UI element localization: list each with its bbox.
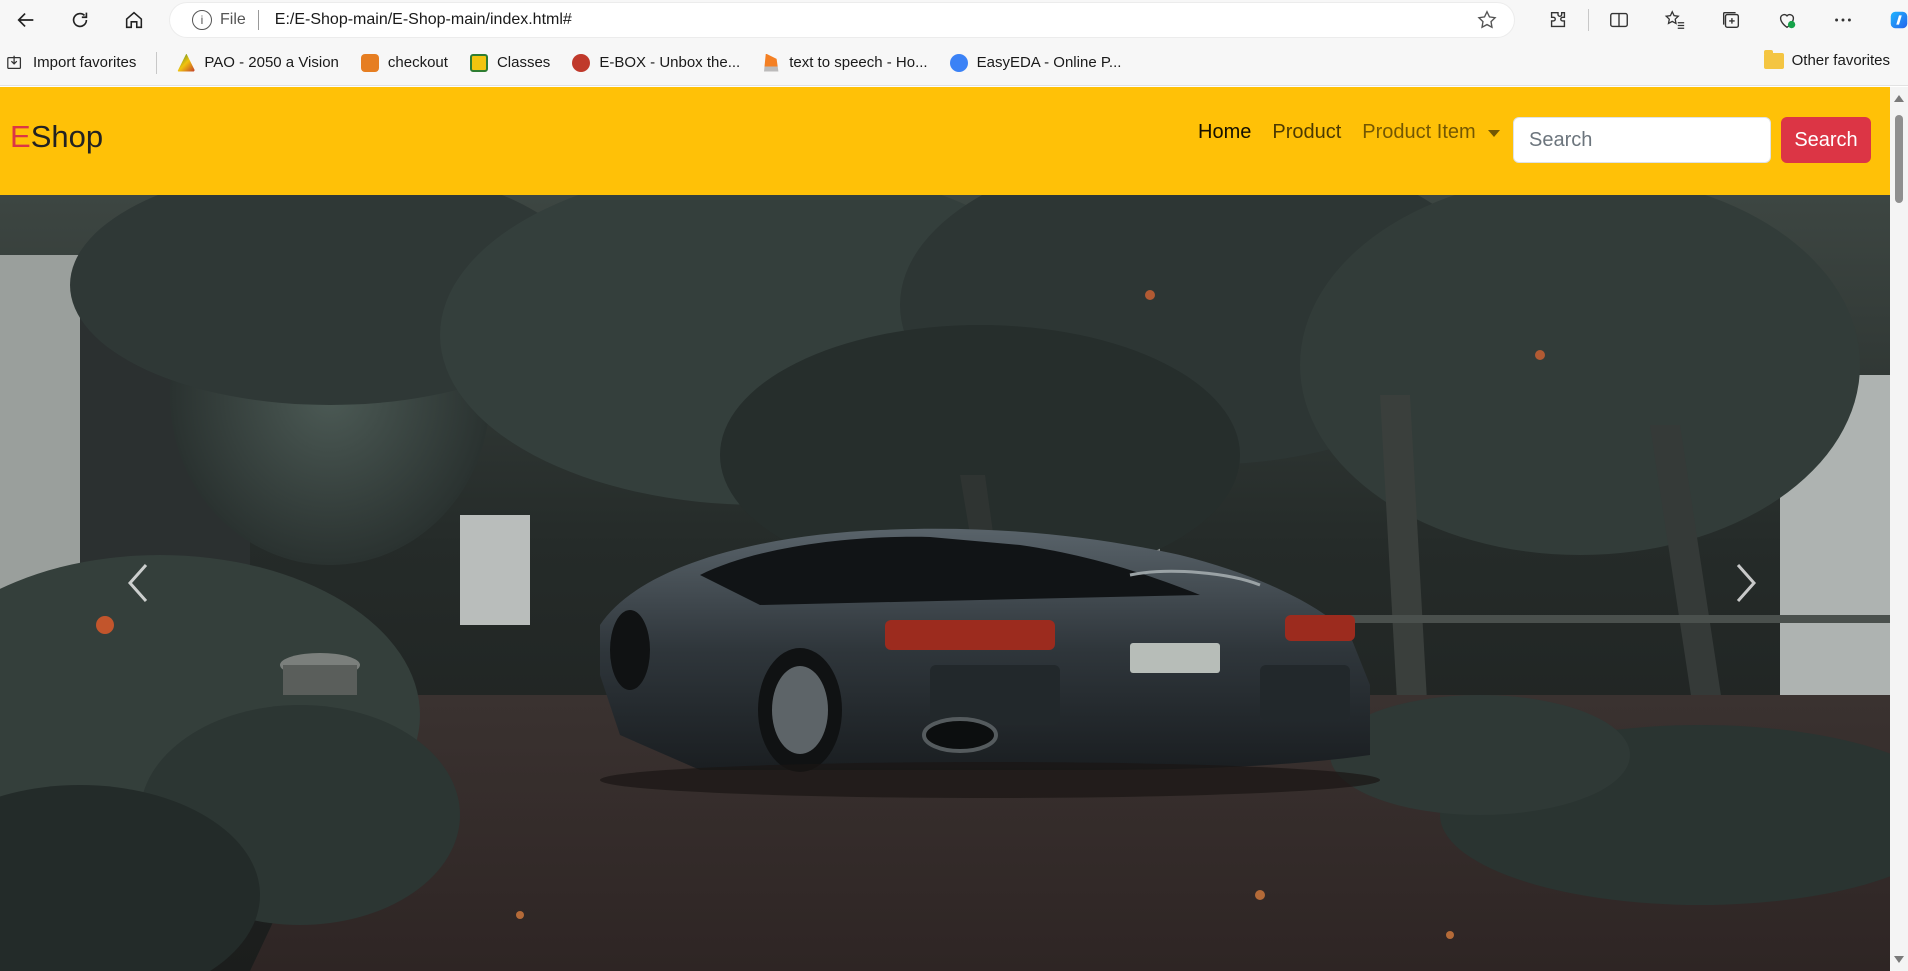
bookmark-easyeda[interactable]: EasyEDA - Online P... xyxy=(949,53,1122,72)
carousel-prev-button[interactable] xyxy=(68,195,208,971)
chevron-right-icon xyxy=(1736,564,1757,602)
page-scrollbar[interactable] xyxy=(1890,87,1908,971)
nav-home-link[interactable]: Home xyxy=(1198,121,1251,144)
nav-links: Home Product Product Item xyxy=(1198,121,1521,144)
chevron-left-icon xyxy=(127,564,148,602)
browser-toolbar: i File E:/E-Shop-main/E-Shop-main/index.… xyxy=(0,0,1908,40)
arrow-left-icon xyxy=(17,12,34,28)
toolbar-separator xyxy=(1588,9,1589,31)
bookmark-label: checkout xyxy=(387,54,448,71)
easyeda-icon xyxy=(949,53,968,72)
extensions-button[interactable] xyxy=(1530,0,1586,40)
bookmark-pao[interactable]: PAO - 2050 a Vision xyxy=(177,53,339,72)
brand-rest: Shop xyxy=(30,119,104,154)
scroll-down-arrow-icon[interactable] xyxy=(1894,956,1904,963)
page-viewport: EShop Home Product Product Item Search xyxy=(0,87,1890,971)
bookmarks-separator xyxy=(156,51,158,74)
collections-button[interactable] xyxy=(1703,0,1759,40)
other-favorites-label: Other favorites xyxy=(1791,52,1890,69)
bookmark-label: E-BOX - Unbox the... xyxy=(599,54,741,71)
bookmark-label: Import favorites xyxy=(33,54,137,71)
address-scheme-label: File xyxy=(220,11,246,28)
bookmark-label: text to speech - Ho... xyxy=(789,54,928,71)
split-screen-icon xyxy=(1610,12,1628,28)
copilot-icon xyxy=(1890,11,1908,29)
back-button[interactable] xyxy=(6,0,46,40)
heart-pulse-icon xyxy=(1779,13,1796,29)
bookmarks-bar: Import favorites PAO - 2050 a Vision che… xyxy=(0,40,1908,86)
caret-down-icon xyxy=(1487,130,1500,137)
search-button[interactable]: Search xyxy=(1781,117,1871,163)
bookmark-label: PAO - 2050 a Vision xyxy=(204,54,339,71)
home-button[interactable] xyxy=(114,0,154,40)
browser-essentials-button[interactable] xyxy=(1759,0,1815,40)
hero-car-image xyxy=(0,195,1890,971)
home-icon xyxy=(125,11,143,29)
bookmark-ebox[interactable]: E-BOX - Unbox the... xyxy=(572,53,741,72)
bookmark-import-favorites[interactable]: Import favorites xyxy=(6,54,136,72)
refresh-button[interactable] xyxy=(60,0,100,40)
collections-icon xyxy=(1722,11,1740,29)
dropdown-label: Product Item xyxy=(1362,121,1476,143)
bookmark-classes[interactable]: Classes xyxy=(469,53,551,72)
copilot-button[interactable] xyxy=(1871,0,1908,40)
nav-product-item-dropdown[interactable]: Product Item xyxy=(1362,121,1500,144)
favorites-star-list-icon xyxy=(1664,10,1685,29)
bookmark-text-to-speech[interactable]: text to speech - Ho... xyxy=(762,53,928,72)
pao-icon xyxy=(177,53,196,72)
ebox-icon xyxy=(572,53,591,72)
site-navbar: EShop Home Product Product Item Search xyxy=(0,87,1890,195)
folder-icon xyxy=(1763,49,1784,69)
address-separator xyxy=(257,10,259,30)
settings-more-button[interactable] xyxy=(1815,0,1871,40)
import-icon xyxy=(7,55,22,69)
search-input[interactable] xyxy=(1513,117,1771,163)
brand-logo[interactable]: EShop xyxy=(10,119,103,155)
puzzle-icon xyxy=(1550,11,1566,28)
nav-product-link[interactable]: Product xyxy=(1272,121,1341,144)
bookmark-checkout[interactable]: checkout xyxy=(360,53,448,72)
star-icon[interactable] xyxy=(1476,9,1498,36)
checkout-icon xyxy=(360,53,379,72)
bookmark-label: EasyEDA - Online P... xyxy=(976,54,1122,71)
hero-carousel xyxy=(0,195,1890,971)
more-dots-icon xyxy=(1835,18,1851,22)
stackoverflow-icon xyxy=(764,53,779,72)
info-icon[interactable]: i xyxy=(192,10,212,30)
address-url[interactable]: E:/E-Shop-main/E-Shop-main/index.html# xyxy=(275,11,572,29)
favorites-button[interactable] xyxy=(1647,0,1703,40)
scroll-thumb[interactable] xyxy=(1895,115,1903,203)
other-favorites[interactable]: Other favorites xyxy=(1763,49,1890,69)
brand-first-letter: E xyxy=(10,119,31,154)
carousel-next-button[interactable] xyxy=(1676,195,1816,971)
refresh-icon xyxy=(72,12,88,28)
bookmark-label: Classes xyxy=(496,54,551,71)
scroll-up-arrow-icon[interactable] xyxy=(1894,95,1904,102)
address-bar[interactable]: i File E:/E-Shop-main/E-Shop-main/index.… xyxy=(170,3,1514,37)
classes-icon xyxy=(469,53,488,72)
split-screen-button[interactable] xyxy=(1591,0,1647,40)
